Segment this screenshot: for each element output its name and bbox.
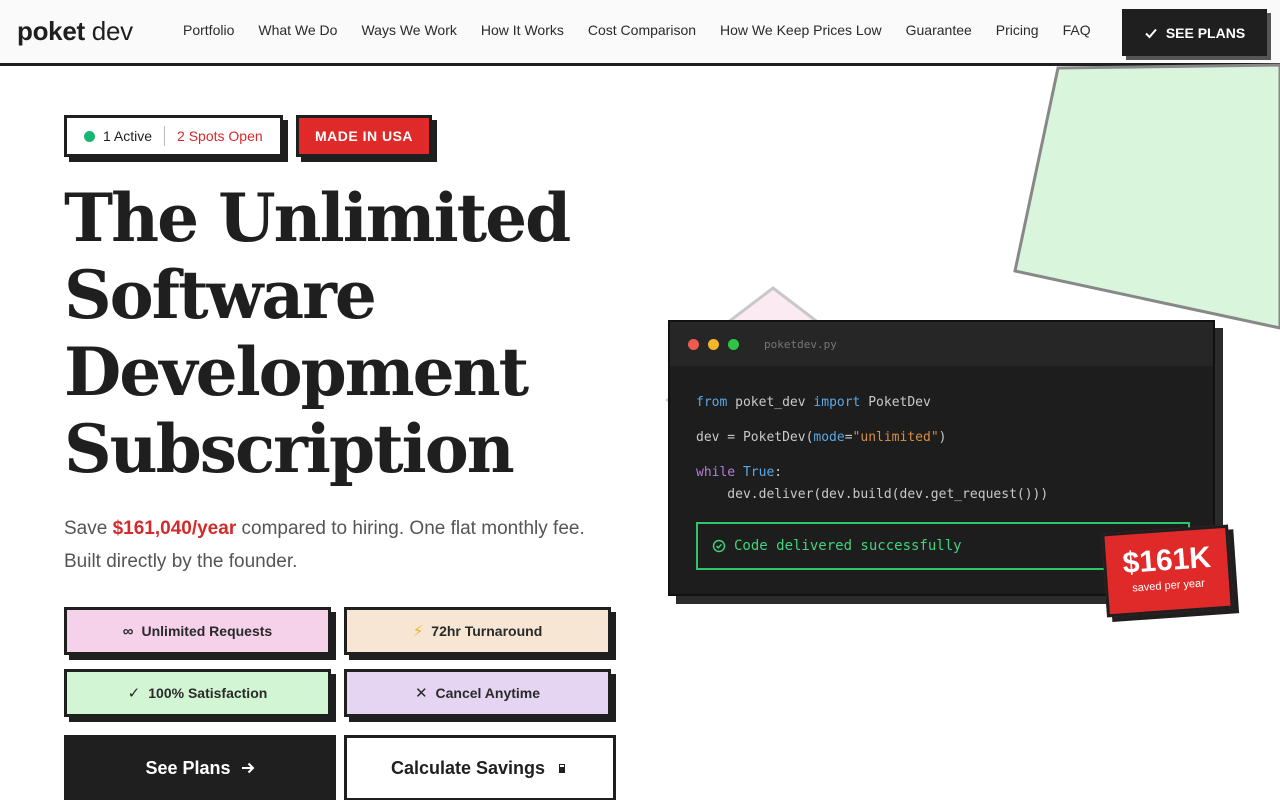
feature-label: 100% Satisfaction xyxy=(148,685,268,701)
check-icon: ✓ xyxy=(127,684,141,702)
made-in-usa-badge: MADE IN USA xyxy=(296,115,432,157)
window-close-dot-icon xyxy=(688,338,699,350)
calculator-icon xyxy=(559,764,566,773)
availability-badge: 1 Active 2 Spots Open xyxy=(64,115,283,157)
code-body: from poket_dev import PoketDev dev = Pok… xyxy=(670,366,1213,521)
close-icon: ✕ xyxy=(414,684,428,702)
headline-line-4: Subscription xyxy=(64,410,515,488)
success-text: Code delivered successfully xyxy=(734,538,962,554)
nav-link-how-it-works[interactable]: How It Works xyxy=(481,22,564,38)
nav-link-guarantee[interactable]: Guarantee xyxy=(906,22,972,38)
hero-subtext: Save $161,040/year compared to hiring. O… xyxy=(64,512,604,578)
feature-turnaround: ⚡ 72hr Turnaround xyxy=(344,607,611,655)
divider xyxy=(164,126,166,146)
code-line-3: while True: xyxy=(696,465,783,480)
check-circle-icon xyxy=(712,539,726,553)
window-minimize-dot-icon xyxy=(708,338,719,350)
savings-badge-amount: $161K xyxy=(1121,540,1213,581)
headline-line-2: Software xyxy=(64,256,377,334)
spots-open: 2 Spots Open xyxy=(177,128,263,144)
active-count: 1 Active xyxy=(103,128,153,144)
arrow-right-icon xyxy=(241,762,254,774)
calculate-savings-label: Calculate Savings xyxy=(390,757,546,778)
feature-satisfaction: ✓ 100% Satisfaction xyxy=(64,669,331,717)
calculate-savings-button[interactable]: Calculate Savings xyxy=(344,735,616,800)
see-plans-label: See Plans xyxy=(145,757,231,778)
code-titlebar: poketdev.py xyxy=(670,322,1213,366)
nav-links: Portfolio What We Do Ways We Work How It… xyxy=(183,22,1115,38)
feature-label: Cancel Anytime xyxy=(435,685,541,701)
subtext-prefix: Save xyxy=(64,518,108,539)
top-nav: poket dev Portfolio What We Do Ways We W… xyxy=(0,0,1280,66)
code-filename: poketdev.py xyxy=(764,337,837,351)
decor-green-shape xyxy=(1013,63,1280,330)
see-plans-button[interactable]: See Plans xyxy=(64,735,336,800)
feature-unlimited-requests: ∞ Unlimited Requests xyxy=(64,607,331,655)
feature-cancel-anytime: ✕ Cancel Anytime xyxy=(344,669,611,717)
see-plans-nav-button[interactable]: SEE PLANS xyxy=(1122,9,1267,56)
see-plans-nav-label: SEE PLANS xyxy=(1165,24,1246,41)
hero-headline: The Unlimited Software Development Subsc… xyxy=(64,180,624,488)
code-line-1: from poket_dev import PoketDev xyxy=(696,395,931,410)
logo[interactable]: poket dev xyxy=(17,16,133,47)
code-line-4: dev.deliver(dev.build(dev.get_request())… xyxy=(696,487,1049,502)
nav-link-pricing[interactable]: Pricing xyxy=(996,22,1039,38)
feature-label: 72hr Turnaround xyxy=(431,623,543,639)
nav-link-faq[interactable]: FAQ xyxy=(1063,22,1091,38)
status-dot-icon xyxy=(84,130,95,142)
headline-line-3: Development xyxy=(64,333,529,411)
savings-amount: $161,040/year xyxy=(112,518,237,539)
infinity-icon: ∞ xyxy=(122,622,134,640)
nav-link-prices-low[interactable]: How We Keep Prices Low xyxy=(720,22,882,38)
nav-link-what-we-do[interactable]: What We Do xyxy=(258,22,337,38)
nav-link-ways-we-work[interactable]: Ways We Work xyxy=(361,22,456,38)
savings-badge: $161K saved per year xyxy=(1101,524,1234,618)
lightning-icon: ⚡ xyxy=(412,622,424,640)
check-icon xyxy=(1145,28,1157,38)
window-maximize-dot-icon xyxy=(728,338,739,350)
code-line-2: dev = PoketDev(mode="unlimited") xyxy=(696,430,947,445)
headline-word-the: The xyxy=(64,179,199,257)
nav-link-portfolio[interactable]: Portfolio xyxy=(183,22,234,38)
headline-highlight: Unlimited xyxy=(218,179,571,257)
nav-link-cost-comparison[interactable]: Cost Comparison xyxy=(588,22,696,38)
feature-label: Unlimited Requests xyxy=(141,623,273,639)
